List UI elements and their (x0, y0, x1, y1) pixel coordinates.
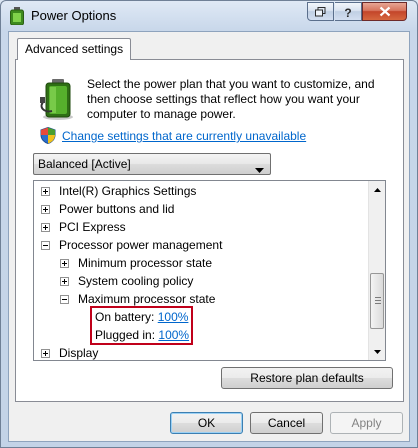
scroll-down-button[interactable] (369, 343, 385, 360)
advanced-settings-panel: Select the power plan that you want to c… (15, 59, 404, 402)
expand-icon[interactable] (60, 259, 69, 268)
restore-window-button[interactable] (307, 2, 334, 21)
expand-icon[interactable] (41, 349, 50, 358)
power-plan-dropdown[interactable]: Balanced [Active] (33, 153, 271, 175)
battery-icon (40, 77, 76, 121)
chevron-down-icon (255, 162, 264, 176)
power-plan-selected: Balanced [Active] (38, 157, 131, 171)
power-options-icon (9, 7, 25, 26)
collapse-icon[interactable] (60, 295, 69, 304)
change-settings-link[interactable]: Change settings that are currently unava… (62, 129, 306, 143)
expand-icon[interactable] (41, 223, 50, 232)
restore-icon (315, 6, 326, 16)
expand-icon[interactable] (60, 277, 69, 286)
apply-button[interactable]: Apply (330, 412, 403, 434)
shield-icon (40, 126, 56, 145)
tab-advanced-settings[interactable]: Advanced settings (17, 38, 132, 60)
close-icon (379, 6, 390, 17)
ok-button[interactable]: OK (170, 412, 243, 434)
scroll-up-button[interactable] (369, 181, 385, 198)
svg-text:?: ? (344, 6, 351, 18)
power-options-window: Power Options ? Advanced settings Select… (0, 0, 418, 448)
highlight-box (90, 306, 193, 345)
tree-item-label: Minimum processor state (78, 256, 213, 270)
expand-icon[interactable] (41, 187, 50, 196)
window-title: Power Options (31, 8, 117, 23)
help-button[interactable]: ? (335, 2, 362, 21)
tree-item-label: Processor power management (59, 238, 223, 252)
dialog-body: Advanced settings Select the power plan … (8, 31, 410, 442)
scroll-down-icon (373, 349, 381, 354)
description-text: Select the power plan that you want to c… (87, 77, 375, 121)
tree-item-label: System cooling policy (78, 274, 194, 288)
tree-item-label: Display (59, 346, 99, 360)
tree-item-label: PCI Express (59, 220, 126, 234)
close-button[interactable] (362, 2, 407, 21)
tree-item-label: Power buttons and lid (59, 202, 175, 216)
tree-item-label: Intel(R) Graphics Settings (59, 184, 197, 198)
restore-plan-defaults-button[interactable]: Restore plan defaults (221, 367, 393, 389)
cancel-button[interactable]: Cancel (250, 412, 323, 434)
help-icon: ? (344, 6, 351, 18)
scroll-thumb[interactable] (370, 273, 384, 329)
expand-icon[interactable] (41, 205, 50, 214)
tree-scrollbar[interactable] (368, 181, 385, 360)
settings-tree[interactable]: Intel(R) Graphics Settings Power buttons… (33, 180, 386, 361)
title-bar[interactable]: Power Options ? (1, 1, 417, 31)
scroll-up-icon (373, 187, 381, 192)
collapse-icon[interactable] (41, 241, 50, 250)
